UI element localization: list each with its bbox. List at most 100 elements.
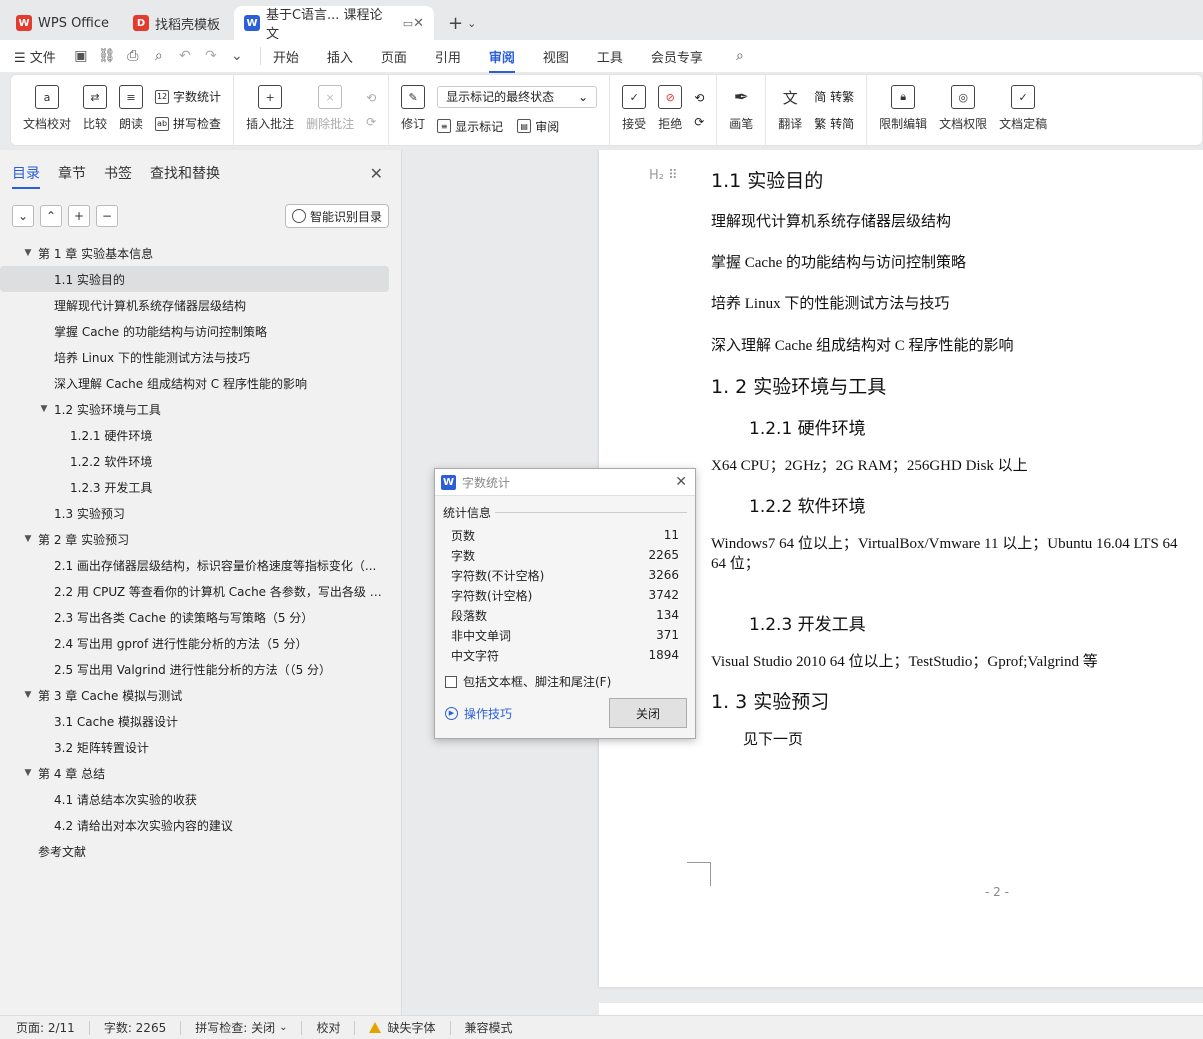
toc-item[interactable]: 2.2 用 CPUZ 等查看你的计算机 Cache 各参数，写出各级 C... (0, 578, 401, 604)
toc-item[interactable]: 培养 Linux 下的性能测试方法与技巧 (0, 344, 401, 370)
revise-button[interactable]: ✎ 修订 (401, 75, 425, 145)
toc-item[interactable]: ▼ 1.2 实验环境与工具 (0, 396, 401, 422)
toc-item[interactable]: 掌握 Cache 的功能结构与访问控制策略 (0, 318, 401, 344)
share-icon[interactable]: ⛓ (98, 47, 116, 65)
delete-comment-button[interactable]: × 删除批注 (306, 75, 354, 145)
toc-item[interactable]: ▼ 第 4 章 总结 (0, 760, 401, 786)
save-icon[interactable]: ▣ (72, 47, 90, 65)
file-menu[interactable]: ☰ 文件 (14, 47, 56, 66)
toc-item[interactable]: 4.1 请总结本次实验的收获 (0, 786, 401, 812)
page-indicator[interactable]: 页面: 2/11 (16, 1019, 75, 1036)
tab-template[interactable]: D 找稻壳模板 (123, 6, 230, 40)
toc-item[interactable]: 3.1 Cache 模拟器设计 (0, 708, 401, 734)
dialog-titlebar[interactable]: W 字数统计 ✕ (435, 469, 695, 496)
tab-document[interactable]: W 基于C语言... 课程论文 ▭ ✕ (234, 6, 435, 42)
close-button[interactable]: 关闭 (609, 698, 687, 728)
review-pane-button[interactable]: ▤ 审阅 (517, 118, 559, 135)
missing-font-indicator[interactable]: 缺失字体 (369, 1019, 436, 1036)
nav-home[interactable]: 开始 (273, 47, 299, 66)
toc-item[interactable]: ▼ 第 2 章 实验预习 (0, 526, 401, 552)
tab-find-replace[interactable]: 查找和替换 (150, 163, 220, 183)
display-state-select[interactable]: 显示标记的最终状态 ⌄ (437, 85, 598, 108)
monitor-icon[interactable]: ▭ (403, 17, 413, 30)
expand-triangle-icon[interactable]: ▼ (22, 768, 34, 778)
doc-permission-button[interactable]: ◎ 文档权限 (939, 75, 987, 145)
expand-all-button[interactable]: ⌄ (12, 205, 34, 227)
toc-item[interactable]: ▼ 第 3 章 Cache 模拟与测试 (0, 682, 401, 708)
toc-item[interactable]: 1.1 实验目的 (0, 266, 389, 292)
smart-toc-button[interactable]: 智能识别目录 (284, 204, 389, 228)
heading2-marker-icon[interactable]: H₂ ⠿ (649, 168, 678, 183)
heading-1-2-3[interactable]: 1.2.3 开发工具 (749, 610, 866, 635)
paragraph[interactable]: 掌握 Cache 的功能结构与访问控制策略 (711, 251, 966, 272)
close-tab-icon[interactable]: ✕ (413, 16, 424, 31)
toc-item[interactable]: 2.4 写出用 gprof 进行性能分析的方法（5 分） (0, 630, 401, 656)
expand-triangle-icon[interactable]: ▼ (22, 534, 34, 544)
insert-comment-button[interactable]: + 插入批注 (246, 75, 294, 145)
nav-tools[interactable]: 工具 (597, 47, 623, 66)
paragraph[interactable]: 理解现代计算机系统存储器层级结构 (711, 210, 951, 231)
tab-toc[interactable]: 目录 (12, 163, 40, 189)
toc-item[interactable]: 1.3 实验预习 (0, 500, 401, 526)
heading-1-2-2[interactable]: 1.2.2 软件环境 (749, 492, 866, 517)
expand-triangle-icon[interactable]: ▼ (22, 248, 34, 258)
toc-item[interactable]: 理解现代计算机系统存储器层级结构 (0, 292, 401, 318)
toc-item[interactable]: 深入理解 Cache 组成结构对 C 程序性能的影响 (0, 370, 401, 396)
doc-finalize-button[interactable]: ✓ 文档定稿 (999, 75, 1047, 145)
paragraph[interactable]: 64 位； (711, 552, 760, 573)
toc-item[interactable]: 3.2 矩阵转置设计 (0, 734, 401, 760)
paragraph[interactable]: X64 CPU；2GHz；2G RAM；256GHD Disk 以上 (711, 454, 1028, 475)
new-tab-button[interactable]: + ⌄ (438, 6, 486, 40)
add-heading-button[interactable]: + (68, 205, 90, 227)
proofread-indicator[interactable]: 校对 (316, 1019, 340, 1036)
print-preview-icon[interactable]: ⌕ (150, 47, 168, 65)
spell-check-indicator[interactable]: 拼写检查: 关闭 ⌄ (195, 1019, 287, 1036)
paragraph[interactable]: 见下一页 (743, 728, 803, 749)
accept-button[interactable]: ✓ 接受 (622, 75, 646, 145)
toc-item[interactable]: 4.2 请给出对本次实验内容的建议 (0, 812, 401, 838)
toc-item[interactable]: 参考文献 (0, 838, 401, 864)
word-count-button[interactable]: 12 字数统计 (155, 88, 221, 105)
pen-button[interactable]: ✒ 画笔 (729, 75, 753, 145)
toc-item[interactable]: ▼ 第 1 章 实验基本信息 (0, 240, 401, 266)
nav-insert[interactable]: 插入 (327, 47, 353, 66)
compare-button[interactable]: ⇄ 比较 (83, 75, 107, 145)
next-change-icon[interactable]: ⟳ (694, 115, 704, 129)
undo-icon[interactable]: ↶ (176, 47, 194, 65)
tab-wps-office[interactable]: W WPS Office (6, 6, 119, 40)
doc-check-button[interactable]: a 文档校对 (23, 75, 71, 145)
collapse-all-button[interactable]: ⌃ (40, 205, 62, 227)
redo-icon[interactable]: ↷ (202, 47, 220, 65)
remove-heading-button[interactable]: − (96, 205, 118, 227)
nav-member[interactable]: 会员专享 (651, 47, 703, 66)
checkbox-box[interactable] (445, 675, 457, 688)
nav-review[interactable]: 审阅 (488, 47, 515, 73)
toc-item[interactable]: 1.2.1 硬件环境 (0, 422, 401, 448)
paragraph[interactable]: 深入理解 Cache 组成结构对 C 程序性能的影响 (711, 334, 1014, 355)
toc-item[interactable]: 1.2.2 软件环境 (0, 448, 401, 474)
to-simplified-button[interactable]: 繁 转简 (814, 115, 854, 132)
show-markup-button[interactable]: ≡ 显示标记 (437, 118, 503, 135)
close-dialog-icon[interactable]: ✕ (675, 474, 687, 490)
more-chevron-icon[interactable]: ⌄ (228, 47, 246, 65)
to-traditional-button[interactable]: 简 转繁 (814, 88, 854, 105)
reject-button[interactable]: ⊘ 拒绝 (658, 75, 682, 145)
nav-reference[interactable]: 引用 (435, 47, 461, 66)
nav-view[interactable]: 视图 (543, 47, 569, 66)
spell-check-button[interactable]: ab 拼写检查 (155, 115, 221, 132)
toc-item[interactable]: 2.3 写出各类 Cache 的读策略与写策略（5 分） (0, 604, 401, 630)
restrict-edit-button[interactable]: 🔒︎ 限制编辑 (879, 75, 927, 145)
prev-change-icon[interactable]: ⟲ (694, 91, 704, 105)
translate-button[interactable]: 文翻译 (778, 75, 802, 145)
paragraph[interactable]: 培养 Linux 下的性能测试方法与技巧 (711, 292, 949, 313)
heading-1-2[interactable]: 1. 2 实验环境与工具 (711, 372, 886, 399)
heading-1-3[interactable]: 1. 3 实验预习 (711, 687, 829, 714)
heading-1-1[interactable]: 1.1 实验目的 (711, 166, 823, 193)
tab-bookmarks[interactable]: 书签 (104, 163, 132, 183)
print-icon[interactable]: ⎙ (124, 47, 142, 65)
expand-triangle-icon[interactable]: ▼ (38, 404, 50, 414)
nav-page[interactable]: 页面 (381, 47, 407, 66)
toc-item[interactable]: 2.1 画出存储器层级结构，标识容量价格速度等指标变化（... (0, 552, 401, 578)
next-comment-icon[interactable]: ⟳ (366, 115, 376, 129)
include-textbox-checkbox[interactable]: 包括文本框、脚注和尾注(F) (445, 673, 695, 690)
